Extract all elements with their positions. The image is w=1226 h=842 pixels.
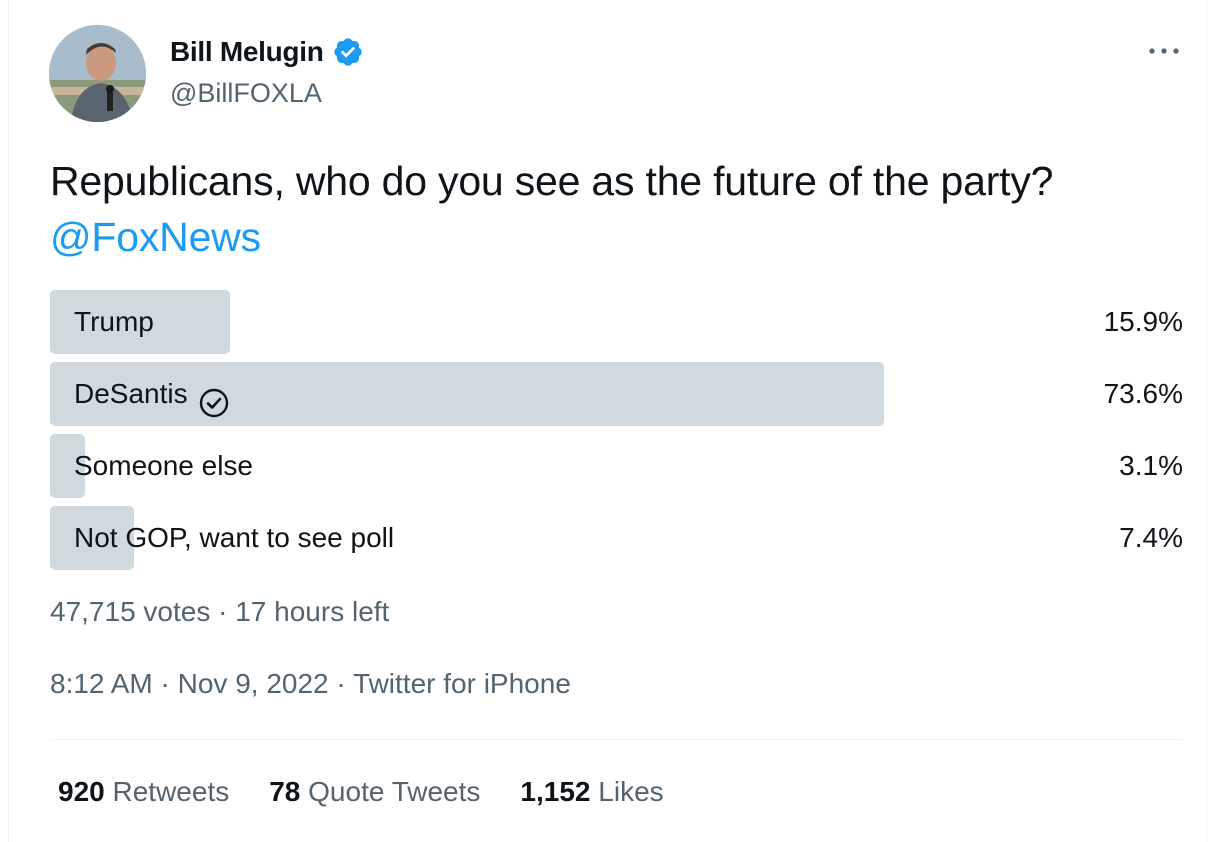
poll-option-label: DeSantis: [74, 378, 188, 409]
poll-option: Not GOP, want to see poll 7.4%: [50, 506, 1183, 570]
verified-badge-icon: [332, 36, 364, 68]
poll-option-label-row: DeSantis: [74, 362, 230, 426]
poll-option-percent: 15.9%: [1103, 306, 1183, 337]
poll-option-label-row: Trump: [74, 290, 154, 354]
retweets-label: Retweets: [112, 776, 230, 807]
retweets-stat[interactable]: 920 Retweets: [58, 776, 229, 808]
poll-option-percent: 73.6%: [1103, 378, 1183, 409]
tweet-text: Republicans, who do you see as the futur…: [50, 153, 1100, 265]
author-name[interactable]: Bill Melugin: [170, 36, 324, 68]
poll-option: Trump 15.9%: [50, 290, 1183, 354]
poll-meta: 47,715 votes · 17 hours left: [50, 596, 390, 627]
quote-tweets-label: Quote Tweets: [308, 776, 481, 807]
poll-option-label: Not GOP, want to see poll: [74, 522, 395, 553]
quote-tweets-count: 78: [269, 776, 301, 807]
poll-option-label: Someone else: [74, 450, 254, 481]
poll-votes: 47,715 votes: [50, 596, 211, 627]
poll-option-label-row: Not GOP, want to see poll: [74, 506, 394, 570]
author-name-row[interactable]: Bill Melugin: [170, 36, 364, 68]
quote-tweets-stat[interactable]: 78 Quote Tweets: [269, 776, 480, 808]
author-handle[interactable]: @BillFOXLA: [170, 78, 322, 109]
divider: [50, 739, 1183, 740]
poll-option-percent: 3.1%: [1119, 450, 1183, 481]
poll-option: DeSantis 73.6%: [50, 362, 1183, 426]
tweet-card: Bill Melugin @BillFOXLA Republicans, who…: [8, 0, 1207, 842]
avatar[interactable]: [49, 25, 146, 122]
tweet-time[interactable]: 8:12 AM: [50, 668, 153, 699]
poll-option: Someone else 3.1%: [50, 434, 1183, 498]
poll-option-label: Trump: [74, 306, 154, 337]
likes-stat[interactable]: 1,152 Likes: [520, 776, 663, 808]
tweet-body: Republicans, who do you see as the futur…: [50, 158, 1054, 204]
likes-count: 1,152: [520, 776, 591, 807]
likes-label: Likes: [598, 776, 664, 807]
engagement-stats: 920 Retweets 78 Quote Tweets 1,152 Likes: [58, 776, 664, 808]
more-options-icon[interactable]: [1147, 40, 1181, 62]
tweet-timestamp: 8:12 AM · Nov 9, 2022 · Twitter for iPho…: [50, 668, 571, 699]
tweet-source[interactable]: Twitter for iPhone: [353, 668, 571, 699]
retweets-count: 920: [58, 776, 105, 807]
poll-time-left: 17 hours left: [235, 596, 390, 627]
poll-option-label-row: Someone else: [74, 434, 253, 498]
tweet-date[interactable]: Nov 9, 2022: [178, 668, 329, 699]
mention-link[interactable]: @FoxNews: [50, 214, 261, 260]
poll-option-percent: 7.4%: [1119, 522, 1183, 553]
check-circle-icon: [198, 378, 230, 418]
